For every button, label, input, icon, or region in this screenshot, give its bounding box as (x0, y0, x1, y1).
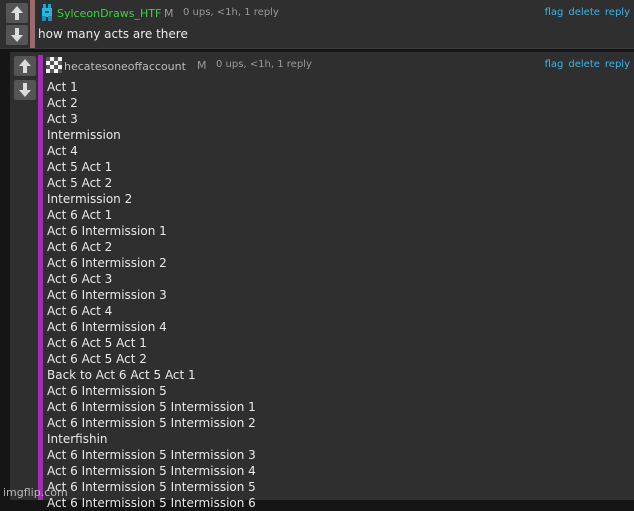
comment-line: Act 4 (47, 144, 78, 158)
upvote-arrow-icon (19, 59, 31, 73)
comment-actions: flag delete reply (540, 59, 630, 70)
comment-line: Act 6 Act 5 Act 2 (47, 352, 147, 366)
comment-line: Act 6 Intermission 4 (47, 320, 167, 334)
comment-line: Act 6 Intermission 5 Intermission 3 (47, 448, 256, 462)
comment-header: hecatesoneoffaccount M 0 ups, <1h, 1 rep… (46, 57, 634, 74)
comment-line: Act 6 Act 1 (47, 208, 113, 222)
comment-line: Act 6 Intermission 5 (47, 384, 167, 398)
comment-line: Act 6 Act 2 (47, 240, 113, 254)
comment-line: Act 6 Intermission 5 Intermission 6 (47, 496, 256, 510)
comment-line: Act 6 Intermission 5 Intermission 5 (47, 480, 256, 494)
comment-header: SylceonDraws_HTF M 0 ups, <1h, 1 reply f… (38, 4, 634, 22)
comment-actions: flag delete reply (540, 7, 630, 18)
flag-link[interactable]: flag (545, 59, 564, 70)
upvote-button[interactable] (6, 3, 28, 23)
comment-line: Act 5 Act 1 (47, 160, 113, 174)
comment-line: Act 6 Intermission 3 (47, 288, 167, 302)
comment-line: Act 6 Intermission 5 Intermission 4 (47, 464, 256, 478)
upvote-button[interactable] (14, 56, 36, 76)
comment-line: Intermission 2 (47, 192, 133, 206)
comment-line: Act 6 Act 4 (47, 304, 113, 318)
mod-badge: M (197, 59, 207, 72)
comment-line: Intermission (47, 128, 121, 142)
downvote-arrow-icon (11, 28, 23, 42)
comment-line: Back to Act 6 Act 5 Act 1 (47, 368, 196, 382)
comment-line: Act 5 Act 2 (47, 176, 113, 190)
reply-link[interactable]: reply (605, 59, 630, 70)
comment-username[interactable]: SylceonDraws_HTF (57, 7, 161, 20)
comment-text: how many acts are there (38, 27, 188, 41)
comment-line: Act 6 Intermission 5 Intermission 1 (47, 400, 256, 414)
downvote-button[interactable] (14, 80, 36, 100)
comment-line: Act 6 Act 5 Act 1 (47, 336, 147, 350)
comment-1: SylceonDraws_HTF M 0 ups, <1h, 1 reply f… (0, 0, 634, 49)
reply-link[interactable]: reply (605, 7, 630, 18)
comment-line: Act 2 (47, 96, 78, 110)
watermark: imgflip.com (3, 486, 68, 499)
delete-link[interactable]: delete (568, 59, 600, 70)
comment-username[interactable]: hecatesoneoffaccount (64, 60, 186, 73)
downvote-button[interactable] (6, 25, 28, 45)
mod-badge: M (164, 7, 174, 20)
comment-line: Act 3 (47, 112, 78, 126)
comment-depth-bar (30, 0, 35, 48)
thread-gutter (0, 49, 10, 500)
user-avatar-icon[interactable] (46, 57, 62, 73)
comment-line: Act 6 Intermission 1 (47, 224, 167, 238)
comment-meta: 0 ups, <1h, 1 reply (216, 59, 312, 70)
downvote-arrow-icon (19, 83, 31, 97)
comment-line: Interfishin (47, 432, 108, 446)
comment-meta: 0 ups, <1h, 1 reply (183, 7, 279, 18)
comment-body: hecatesoneoffaccount M 0 ups, <1h, 1 rep… (46, 52, 634, 510)
comment-depth-bar (38, 55, 43, 500)
comment-line: Act 6 Act 3 (47, 272, 113, 286)
user-avatar-icon[interactable] (40, 4, 54, 21)
comment-2: hecatesoneoffaccount M 0 ups, <1h, 1 rep… (10, 52, 634, 510)
delete-link[interactable]: delete (568, 7, 600, 18)
flag-link[interactable]: flag (545, 7, 564, 18)
comment-line: Act 6 Intermission 5 Intermission 2 (47, 416, 256, 430)
upvote-arrow-icon (11, 6, 23, 20)
comment-text: Act 1 Act 2 Act 3 Intermission Act 4 Act 5 Ac… (47, 79, 256, 511)
comment-line: Act 1 (47, 80, 78, 94)
comment-line: Act 6 Intermission 2 (47, 256, 167, 270)
comment-body: SylceonDraws_HTF M 0 ups, <1h, 1 reply f… (38, 0, 634, 48)
